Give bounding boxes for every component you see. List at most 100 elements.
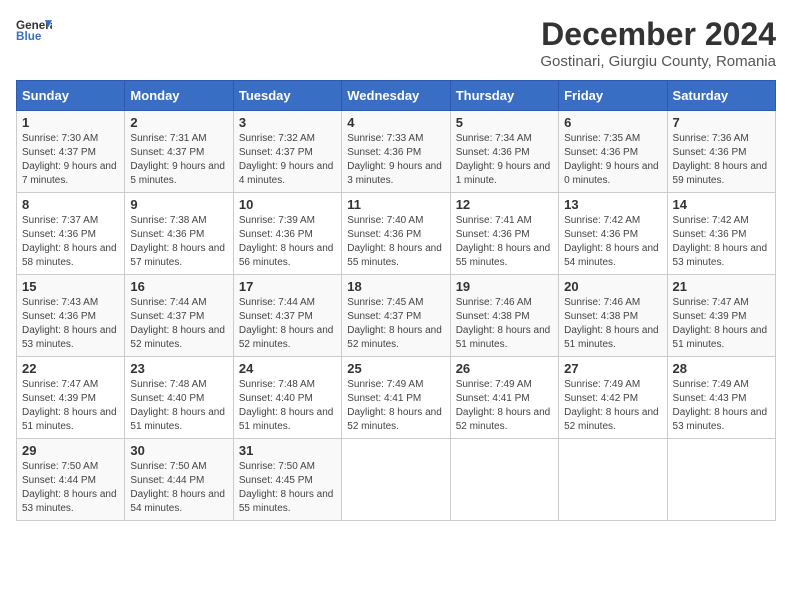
- calendar-week-1: 1 Sunrise: 7:30 AM Sunset: 4:37 PM Daylig…: [17, 111, 776, 193]
- calendar-cell: 11 Sunrise: 7:40 AM Sunset: 4:36 PM Dayli…: [342, 193, 450, 275]
- day-number: 25: [347, 361, 444, 376]
- header: General Blue December 2024 Gostinari, Gi…: [16, 16, 776, 70]
- day-number: 22: [22, 361, 119, 376]
- day-number: 6: [564, 115, 661, 130]
- calendar-cell: 20Sunrise: 7:46 AM Sunset: 4:38 PM Dayli…: [559, 275, 667, 357]
- day-number: 8: [22, 197, 119, 212]
- day-info: Sunrise: 7:33 AM Sunset: 4:36 PM Dayligh…: [347, 132, 444, 188]
- day-number: 18: [347, 279, 444, 294]
- calendar-cell: 17 Sunrise: 7:44 AM Sunset: 4:37 PM Dayli…: [233, 275, 341, 357]
- calendar-header-row: SundayMondayTuesdayWednesdayThursdayFrid…: [17, 81, 776, 111]
- day-number: 31: [239, 443, 336, 458]
- calendar-week-2: 8 Sunrise: 7:37 AM Sunset: 4:36 PM Daylig…: [17, 193, 776, 275]
- day-info: Sunrise: 7:34 AM Sunset: 4:36 PM Dayligh…: [456, 132, 553, 188]
- calendar-cell: 29 Sunrise: 7:50 AM Sunset: 4:44 PM Dayli…: [17, 439, 125, 521]
- day-number: 14: [673, 197, 770, 212]
- day-info: Sunrise: 7:49 AM Sunset: 4:41 PM Dayligh…: [456, 378, 553, 434]
- calendar-cell: 10Sunrise: 7:39 AM Sunset: 4:36 PM Dayli…: [233, 193, 341, 275]
- day-number: 2: [130, 115, 227, 130]
- calendar-cell: 7Sunrise: 7:36 AM Sunset: 4:36 PM Daylig…: [667, 111, 775, 193]
- calendar-cell: [450, 439, 558, 521]
- day-info: Sunrise: 7:41 AM Sunset: 4:36 PM Dayligh…: [456, 214, 553, 270]
- calendar-body: 1 Sunrise: 7:30 AM Sunset: 4:37 PM Daylig…: [17, 111, 776, 521]
- calendar-week-3: 15 Sunrise: 7:43 AM Sunset: 4:36 PM Dayli…: [17, 275, 776, 357]
- calendar-cell: 19 Sunrise: 7:46 AM Sunset: 4:38 PM Dayli…: [450, 275, 558, 357]
- calendar-table: SundayMondayTuesdayWednesdayThursdayFrid…: [16, 80, 776, 521]
- weekday-header-friday: Friday: [559, 81, 667, 111]
- day-number: 27: [564, 361, 661, 376]
- weekday-header-wednesday: Wednesday: [342, 81, 450, 111]
- weekday-header-tuesday: Tuesday: [233, 81, 341, 111]
- day-info: Sunrise: 7:50 AM Sunset: 4:44 PM Dayligh…: [22, 460, 119, 516]
- day-info: Sunrise: 7:37 AM Sunset: 4:36 PM Dayligh…: [22, 214, 119, 270]
- calendar-cell: 9 Sunrise: 7:38 AM Sunset: 4:36 PM Daylig…: [125, 193, 233, 275]
- day-number: 17: [239, 279, 336, 294]
- day-number: 29: [22, 443, 119, 458]
- calendar-cell: 25Sunrise: 7:49 AM Sunset: 4:41 PM Dayli…: [342, 357, 450, 439]
- day-number: 4: [347, 115, 444, 130]
- weekday-header-thursday: Thursday: [450, 81, 558, 111]
- day-info: Sunrise: 7:50 AM Sunset: 4:45 PM Dayligh…: [239, 460, 336, 516]
- calendar-cell: 16Sunrise: 7:44 AM Sunset: 4:37 PM Dayli…: [125, 275, 233, 357]
- calendar-week-4: 22 Sunrise: 7:47 AM Sunset: 4:39 PM Dayli…: [17, 357, 776, 439]
- day-info: Sunrise: 7:50 AM Sunset: 4:44 PM Dayligh…: [130, 460, 227, 516]
- calendar-cell: 24 Sunrise: 7:48 AM Sunset: 4:40 PM Dayli…: [233, 357, 341, 439]
- day-info: Sunrise: 7:38 AM Sunset: 4:36 PM Dayligh…: [130, 214, 227, 270]
- calendar-cell: 18 Sunrise: 7:45 AM Sunset: 4:37 PM Dayli…: [342, 275, 450, 357]
- logo-icon: General Blue: [16, 16, 52, 44]
- day-number: 15: [22, 279, 119, 294]
- svg-text:Blue: Blue: [16, 30, 42, 43]
- calendar-cell: 8 Sunrise: 7:37 AM Sunset: 4:36 PM Daylig…: [17, 193, 125, 275]
- weekday-header-saturday: Saturday: [667, 81, 775, 111]
- calendar-cell: 13Sunrise: 7:42 AM Sunset: 4:36 PM Dayli…: [559, 193, 667, 275]
- day-info: Sunrise: 7:44 AM Sunset: 4:37 PM Dayligh…: [239, 296, 336, 352]
- calendar-cell: 5 Sunrise: 7:34 AM Sunset: 4:36 PM Daylig…: [450, 111, 558, 193]
- calendar-cell: 27Sunrise: 7:49 AM Sunset: 4:42 PM Dayli…: [559, 357, 667, 439]
- day-number: 21: [673, 279, 770, 294]
- day-number: 19: [456, 279, 553, 294]
- day-info: Sunrise: 7:46 AM Sunset: 4:38 PM Dayligh…: [456, 296, 553, 352]
- calendar-week-5: 29 Sunrise: 7:50 AM Sunset: 4:44 PM Dayli…: [17, 439, 776, 521]
- day-number: 5: [456, 115, 553, 130]
- calendar-cell: 30Sunrise: 7:50 AM Sunset: 4:44 PM Dayli…: [125, 439, 233, 521]
- calendar-cell: [559, 439, 667, 521]
- day-info: Sunrise: 7:31 AM Sunset: 4:37 PM Dayligh…: [130, 132, 227, 188]
- day-number: 9: [130, 197, 227, 212]
- calendar-cell: 23 Sunrise: 7:48 AM Sunset: 4:40 PM Dayli…: [125, 357, 233, 439]
- day-info: Sunrise: 7:47 AM Sunset: 4:39 PM Dayligh…: [673, 296, 770, 352]
- weekday-header-monday: Monday: [125, 81, 233, 111]
- day-info: Sunrise: 7:36 AM Sunset: 4:36 PM Dayligh…: [673, 132, 770, 188]
- day-number: 28: [673, 361, 770, 376]
- day-info: Sunrise: 7:40 AM Sunset: 4:36 PM Dayligh…: [347, 214, 444, 270]
- day-info: Sunrise: 7:43 AM Sunset: 4:36 PM Dayligh…: [22, 296, 119, 352]
- calendar-cell: 2 Sunrise: 7:31 AM Sunset: 4:37 PM Daylig…: [125, 111, 233, 193]
- calendar-cell: 1 Sunrise: 7:30 AM Sunset: 4:37 PM Daylig…: [17, 111, 125, 193]
- calendar-cell: [342, 439, 450, 521]
- day-info: Sunrise: 7:45 AM Sunset: 4:37 PM Dayligh…: [347, 296, 444, 352]
- day-number: 3: [239, 115, 336, 130]
- day-number: 20: [564, 279, 661, 294]
- day-number: 1: [22, 115, 119, 130]
- day-info: Sunrise: 7:42 AM Sunset: 4:36 PM Dayligh…: [673, 214, 770, 270]
- day-info: Sunrise: 7:35 AM Sunset: 4:36 PM Dayligh…: [564, 132, 661, 188]
- title-section: December 2024 Gostinari, Giurgiu County,…: [540, 16, 776, 70]
- day-info: Sunrise: 7:49 AM Sunset: 4:43 PM Dayligh…: [673, 378, 770, 434]
- day-number: 23: [130, 361, 227, 376]
- calendar-cell: 15 Sunrise: 7:43 AM Sunset: 4:36 PM Dayli…: [17, 275, 125, 357]
- day-info: Sunrise: 7:48 AM Sunset: 4:40 PM Dayligh…: [239, 378, 336, 434]
- day-number: 24: [239, 361, 336, 376]
- calendar-cell: 21 Sunrise: 7:47 AM Sunset: 4:39 PM Dayli…: [667, 275, 775, 357]
- day-info: Sunrise: 7:30 AM Sunset: 4:37 PM Dayligh…: [22, 132, 119, 188]
- day-number: 26: [456, 361, 553, 376]
- logo: General Blue: [16, 16, 52, 44]
- calendar-cell: 22 Sunrise: 7:47 AM Sunset: 4:39 PM Dayli…: [17, 357, 125, 439]
- calendar-cell: 31 Sunrise: 7:50 AM Sunset: 4:45 PM Dayli…: [233, 439, 341, 521]
- day-number: 11: [347, 197, 444, 212]
- calendar-subtitle: Gostinari, Giurgiu County, Romania: [540, 53, 776, 70]
- day-info: Sunrise: 7:39 AM Sunset: 4:36 PM Dayligh…: [239, 214, 336, 270]
- day-info: Sunrise: 7:48 AM Sunset: 4:40 PM Dayligh…: [130, 378, 227, 434]
- calendar-cell: 26 Sunrise: 7:49 AM Sunset: 4:41 PM Dayli…: [450, 357, 558, 439]
- calendar-cell: [667, 439, 775, 521]
- calendar-cell: 28 Sunrise: 7:49 AM Sunset: 4:43 PM Dayli…: [667, 357, 775, 439]
- day-info: Sunrise: 7:47 AM Sunset: 4:39 PM Dayligh…: [22, 378, 119, 434]
